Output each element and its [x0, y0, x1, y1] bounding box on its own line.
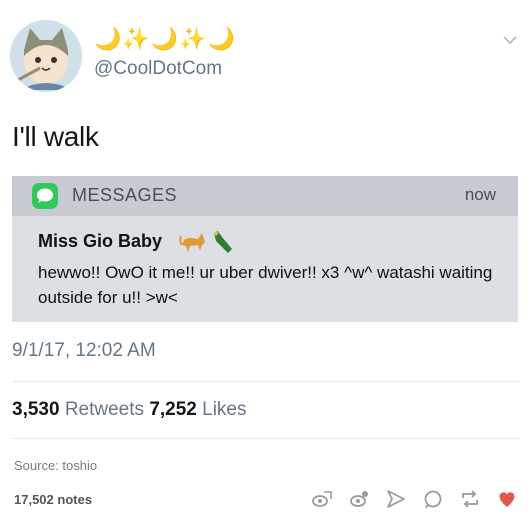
reply-icon[interactable]: [422, 488, 444, 510]
messages-app-icon: [32, 183, 58, 209]
message-notification-image: MESSAGES now Miss Gio Baby hewwo!! OwO i…: [12, 176, 518, 322]
cat-emoji-icon: [179, 233, 205, 252]
retweets-label[interactable]: Retweets: [65, 399, 144, 420]
hide-icon[interactable]: [311, 488, 333, 510]
tweet-header: 🌙✨🌙✨🌙 @CoolDotCom: [10, 20, 522, 92]
tweet-timestamp[interactable]: 9/1/17, 12:02 AM: [12, 340, 156, 362]
tweet-stats: 3,530 Retweets 7,252 Likes: [12, 399, 247, 421]
tweet-text: I'll walk: [12, 121, 99, 152]
notes-count[interactable]: 17,502 notes: [14, 492, 92, 507]
user-handle[interactable]: @CoolDotCom: [94, 58, 222, 80]
bottle-emoji-icon: [213, 231, 232, 253]
chevron-down-icon[interactable]: [502, 32, 518, 48]
share-icon[interactable]: [385, 488, 407, 510]
reblog-icon[interactable]: [459, 488, 481, 510]
notification-time: now: [464, 185, 496, 204]
notification-sender: Miss Gio Baby: [38, 231, 163, 251]
post-source[interactable]: Source: toshio: [14, 458, 97, 473]
notification-app-name: MESSAGES: [72, 185, 178, 205]
avatar[interactable]: [10, 20, 82, 92]
like-heart-icon[interactable]: [496, 488, 518, 510]
retweets-count[interactable]: 3,530: [12, 399, 60, 420]
likes-count[interactable]: 7,252: [149, 399, 197, 420]
notification-message: hewwo!! OwO it me!! ur uber dwiver!! x3 …: [38, 263, 493, 307]
view-icon[interactable]: [348, 488, 370, 510]
divider: [12, 381, 520, 382]
likes-label[interactable]: Likes: [202, 399, 246, 420]
post-actions: [311, 486, 518, 512]
notification-header: MESSAGES now: [12, 176, 518, 216]
divider: [12, 438, 520, 439]
display-name[interactable]: 🌙✨🌙✨🌙: [94, 26, 236, 52]
